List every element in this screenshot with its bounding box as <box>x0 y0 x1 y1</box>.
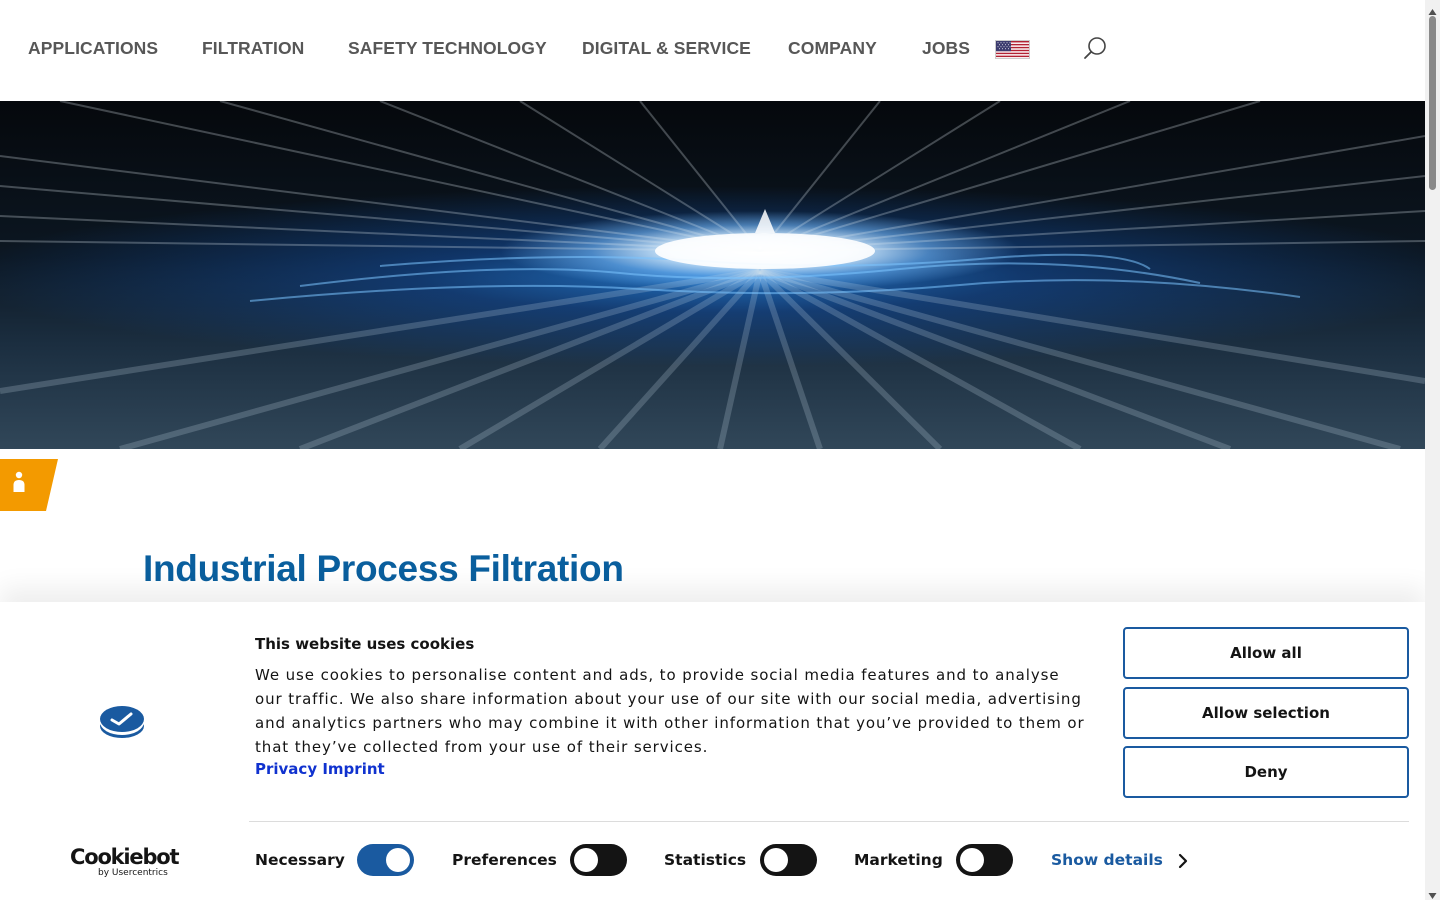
cookie-banner-title: This website uses cookies <box>255 635 475 653</box>
top-navigation: APPLICATIONS FILTRATION SAFETY TECHNOLOG… <box>0 0 1425 101</box>
nav-item-company[interactable]: COMPANY <box>788 38 877 59</box>
toggle-knob <box>386 848 410 872</box>
cookie-consent-banner: This website uses cookies We use cookies… <box>0 602 1425 900</box>
allow-all-button[interactable]: Allow all <box>1123 627 1409 679</box>
scroll-down-arrow-icon[interactable] <box>1428 887 1437 899</box>
statistics-toggle[interactable] <box>760 844 817 876</box>
cookiebot-logo-icon <box>98 703 146 741</box>
nav-item-applications[interactable]: APPLICATIONS <box>28 38 158 59</box>
search-icon[interactable] <box>1082 36 1108 62</box>
toggle-knob <box>960 848 984 872</box>
toggle-knob <box>764 848 788 872</box>
deny-button[interactable]: Deny <box>1123 746 1409 798</box>
accessibility-tab[interactable] <box>0 459 58 511</box>
marketing-toggle-label: Marketing <box>854 851 943 869</box>
light-burst-hero-image <box>0 101 1425 449</box>
necessary-toggle[interactable] <box>357 844 414 876</box>
scroll-up-arrow-icon[interactable] <box>1428 3 1437 15</box>
allow-selection-button[interactable]: Allow selection <box>1123 687 1409 739</box>
privacy-link[interactable]: Privacy <box>255 760 317 778</box>
preferences-toggle[interactable] <box>570 844 627 876</box>
toggle-knob <box>574 848 598 872</box>
cookiebot-wordmark: Cookiebot <box>70 845 180 869</box>
page-title: Industrial Process Filtration <box>143 548 624 589</box>
cookie-banner-text: We use cookies to personalise content an… <box>255 666 1085 756</box>
marketing-toggle[interactable] <box>956 844 1013 876</box>
statistics-toggle-label: Statistics <box>664 851 747 869</box>
preferences-toggle-label: Preferences <box>452 851 557 869</box>
nav-item-filtration[interactable]: FILTRATION <box>202 38 304 59</box>
imprint-link[interactable]: Imprint <box>322 760 384 778</box>
nav-item-safety-technology[interactable]: SAFETY TECHNOLOGY <box>348 38 547 59</box>
cookiebot-byline: by Usercentrics <box>98 868 168 878</box>
necessary-toggle-label: Necessary <box>255 851 345 869</box>
page: APPLICATIONS FILTRATION SAFETY TECHNOLOG… <box>0 0 1440 900</box>
us-flag-icon[interactable] <box>995 40 1030 59</box>
nav-item-jobs[interactable]: JOBS <box>922 38 970 59</box>
cookiebot-brand-logo: Cookiebot by Usercentrics <box>70 846 180 880</box>
scroll-thumb[interactable] <box>1429 16 1436 190</box>
divider <box>249 821 1409 822</box>
cookie-banner-links: Privacy Imprint <box>255 760 385 778</box>
nav-item-digital-service[interactable]: DIGITAL & SERVICE <box>582 38 751 59</box>
chevron-right-icon[interactable] <box>1177 853 1189 869</box>
hero-image <box>0 101 1425 449</box>
show-details-link[interactable]: Show details <box>1051 851 1163 869</box>
page-scrollbar[interactable] <box>1425 0 1440 900</box>
